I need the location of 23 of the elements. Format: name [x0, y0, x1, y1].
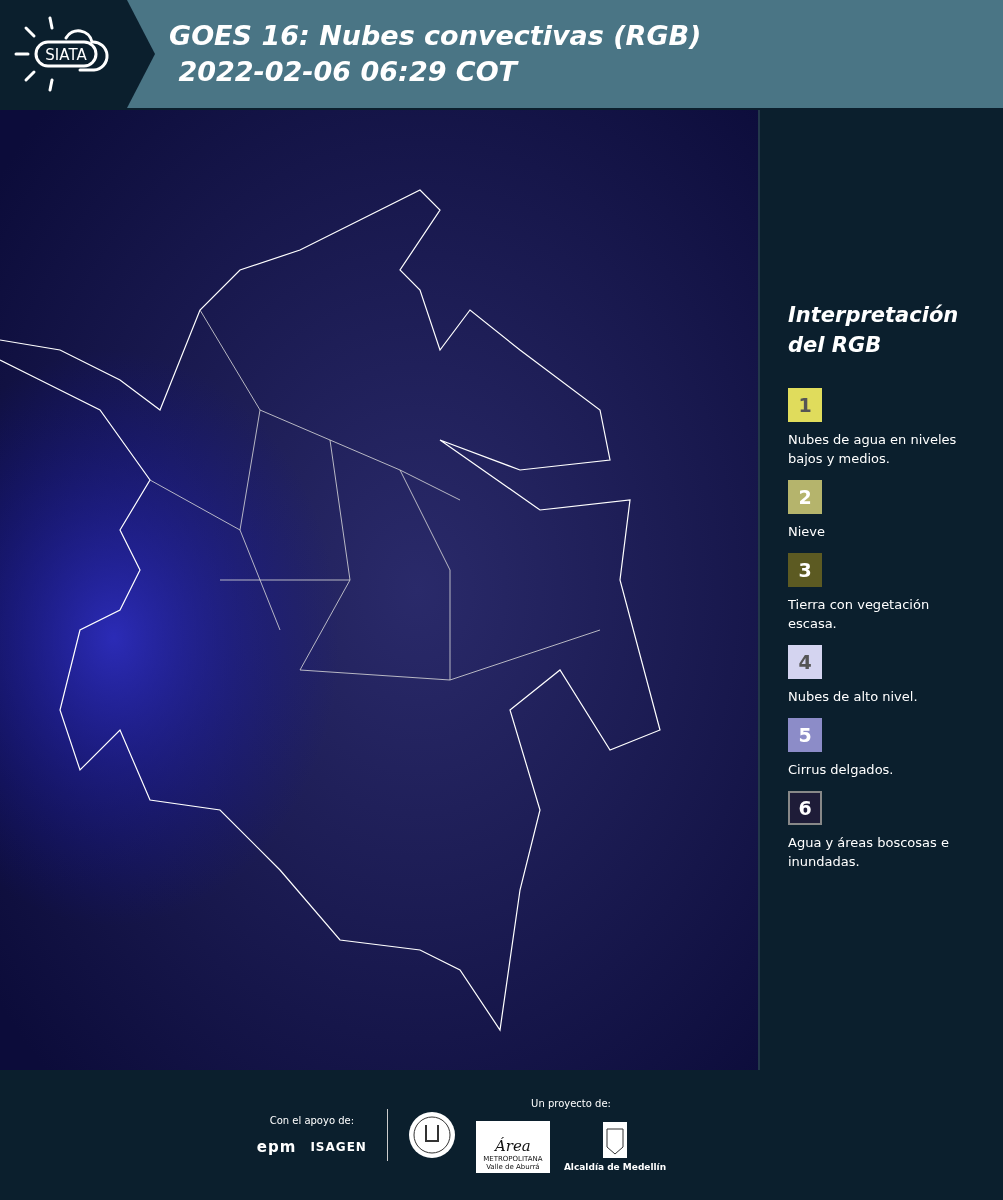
legend-description: Tierra con vegetación escasa. — [788, 596, 931, 633]
sponsor-logo: ISAGEN — [310, 1139, 367, 1154]
legend-swatch: 5 — [788, 718, 822, 752]
legend-swatch: 1 — [788, 388, 822, 422]
map-timestamp: 2022-02-06 06:29 COT — [177, 55, 520, 89]
legend-title: Interpretación del RGB — [788, 302, 960, 359]
map-title: GOES 16: Nubes convectivas (RGB) — [169, 19, 702, 53]
legend-swatch: 2 — [788, 480, 822, 514]
sponsor-logo: epm — [256, 1137, 297, 1156]
legend-swatch: 6 — [788, 791, 822, 825]
city-seal-icon — [407, 1111, 456, 1159]
legend-swatch: 4 — [788, 645, 822, 679]
legend-description: Nubes de alto nivel. — [788, 688, 919, 706]
city-hall-logo-text: Alcaldía de Medellín — [563, 1162, 667, 1172]
coat-of-arms-icon — [602, 1121, 628, 1159]
support-label: Con el apoyo de: — [269, 1114, 355, 1126]
siata-logo: SIATA — [14, 14, 122, 94]
project-label: Un proyecto de: — [531, 1097, 611, 1109]
legend-description: Nubes de agua en niveles bajos y medios. — [788, 431, 958, 468]
legend-description: Nieve — [788, 523, 827, 541]
legend-swatch: 3 — [788, 553, 822, 587]
legend-description: Agua y áreas boscosas e inundadas. — [788, 834, 950, 871]
legend-description: Cirrus delgados. — [788, 761, 895, 779]
